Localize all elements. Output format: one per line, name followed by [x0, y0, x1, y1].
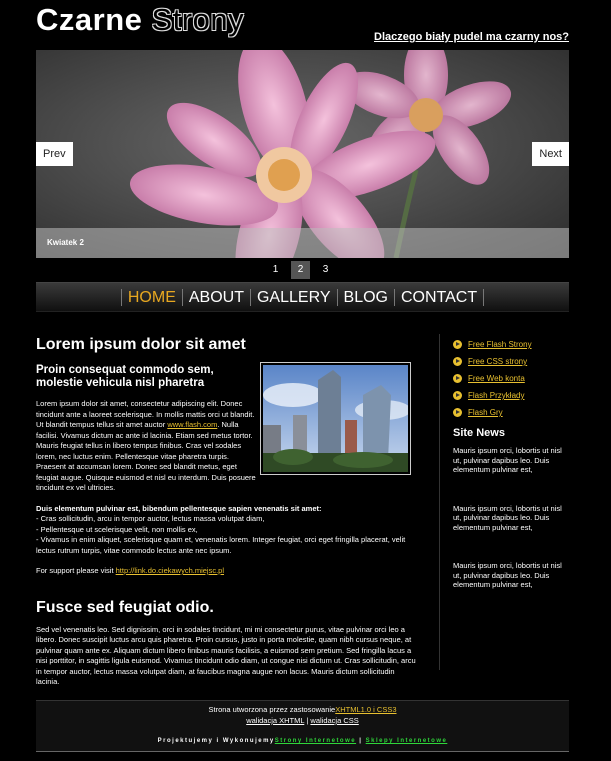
list-item: - Pellentesque ut scelerisque velit, non… [36, 524, 198, 534]
slider-page-2[interactable]: 2 [291, 261, 310, 279]
arrow-bullet-icon [453, 374, 462, 383]
skyscraper-image [263, 365, 411, 472]
nav-item-about[interactable]: ABOUT [181, 289, 250, 306]
list-item: - Vivamus in enim aliquet, scelerisque q… [36, 535, 406, 555]
footer: Strona utworzona przez zastosowanieXHTML… [36, 700, 569, 752]
site-logo[interactable]: Czarne Strony [36, 2, 244, 38]
paragraph-text: . Nulla facilisi. Vivamus dictum ac ante… [36, 420, 256, 492]
support-text: For support please visit [36, 566, 116, 575]
article-title: Lorem ipsum dolor sit amet [36, 336, 246, 353]
logo-word-czarne: Czarne [36, 2, 143, 37]
credit-link-sklepy[interactable]: Sklepy Internetowe [366, 738, 448, 744]
main-nav: HOME ABOUT GALLERY BLOG CONTACT [36, 282, 569, 312]
list-title: Duis elementum pulvinar est, bibendum pe… [36, 503, 322, 513]
image-slider: Prev Next Kwiatek 2 [36, 50, 569, 258]
article-title-2: Fusce sed feugiat odio. [36, 598, 214, 616]
article-photo [260, 362, 411, 475]
slider-next-button[interactable]: Next [532, 142, 569, 166]
sidebar-link-flash-przyklady[interactable]: Flash Przykłady [468, 391, 524, 400]
arrow-bullet-icon [453, 408, 462, 417]
separator: | [359, 738, 363, 744]
main-content: Lorem ipsum dolor sit amet Proin consequ… [36, 336, 416, 688]
sidebar-link-flash-gry[interactable]: Flash Gry [468, 408, 503, 417]
news-item: Mauris ipsum orci, lobortis ut nisl ut, … [453, 446, 562, 474]
slider-pager: 1 2 3 [266, 261, 335, 279]
arrow-bullet-icon [453, 340, 462, 349]
slide-caption-bar: Kwiatek 2 [36, 228, 569, 258]
sidebar-link-css-strony[interactable]: Free CSS strony [468, 357, 527, 366]
site-news-title: Site News [453, 427, 505, 439]
sidebar-link-item: Flash Przykłady [453, 391, 568, 400]
validate-css-link[interactable]: walidacja CSS [310, 716, 358, 725]
support-link[interactable]: http://link.do.ciekawych.miejsc.pl [116, 566, 224, 575]
validate-xhtml-link[interactable]: walidacja XHTML [246, 716, 304, 725]
sidebar-link-item: Flash Gry [453, 408, 568, 417]
footer-created-line: Strona utworzona przez zastosowanieXHTML… [36, 705, 569, 714]
article-paragraph-2: Sed vel venenatis leo. Sed dignissim, or… [36, 624, 416, 687]
arrow-bullet-icon [453, 357, 462, 366]
list-item: - Cras sollicitudin, arcu in tempor auct… [36, 514, 265, 523]
sidebar-link-item: Free Flash Strony [453, 340, 568, 349]
xhtml-css-link[interactable]: XHTML1.0 i CSS3 [335, 705, 396, 714]
slider-page-1[interactable]: 1 [266, 261, 285, 279]
flash-link[interactable]: www.flash.com [167, 420, 217, 429]
arrow-bullet-icon [453, 391, 462, 400]
sidebar: Free Flash Strony Free CSS strony Free W… [453, 340, 568, 619]
footer-validation-line: walidacja XHTML | walidacja CSS [36, 716, 569, 725]
news-item: Mauris ipsum orci, lobortis ut nisl ut, … [453, 561, 562, 589]
sidebar-link-flash-strony[interactable]: Free Flash Strony [468, 340, 532, 349]
footer-created-text: Strona utworzona przez zastosowanie [208, 705, 336, 714]
sidebar-link-item: Free CSS strony [453, 357, 568, 366]
tagline-link[interactable]: Dlaczego biały pudel ma czarny nos? [374, 31, 569, 43]
news-item: Mauris ipsum orci, lobortis ut nisl ut, … [453, 503, 562, 532]
sidebar-link-item: Free Web konta [453, 374, 568, 383]
nav-item-gallery[interactable]: GALLERY [249, 289, 337, 306]
credit-link-strony[interactable]: Strony Internetowe [275, 738, 356, 744]
footer-credit-line: Projektujemy i WykonujemyStrony Internet… [36, 738, 569, 744]
credit-text: Projektujemy i Wykonujemy [157, 738, 275, 744]
slider-prev-button[interactable]: Prev [36, 142, 73, 166]
flower-photo [36, 50, 569, 258]
article-subtitle: Proin consequat commodo sem, molestie ve… [36, 364, 214, 389]
article-paragraph-1: Lorem ipsum dolor sit amet, consectetur … [36, 399, 256, 494]
slide-caption: Kwiatek 2 [47, 238, 84, 247]
support-line: For support please visit http://link.do.… [36, 566, 416, 577]
sidebar-divider [439, 334, 440, 670]
logo-word-strony: Strony [151, 2, 245, 37]
nav-item-home[interactable]: HOME [120, 289, 182, 306]
slider-page-3[interactable]: 3 [316, 261, 335, 279]
separator: | [306, 716, 309, 725]
nav-item-blog[interactable]: BLOG [336, 289, 394, 306]
sidebar-link-web-konta[interactable]: Free Web konta [468, 374, 525, 383]
nav-item-contact[interactable]: CONTACT [393, 289, 485, 306]
